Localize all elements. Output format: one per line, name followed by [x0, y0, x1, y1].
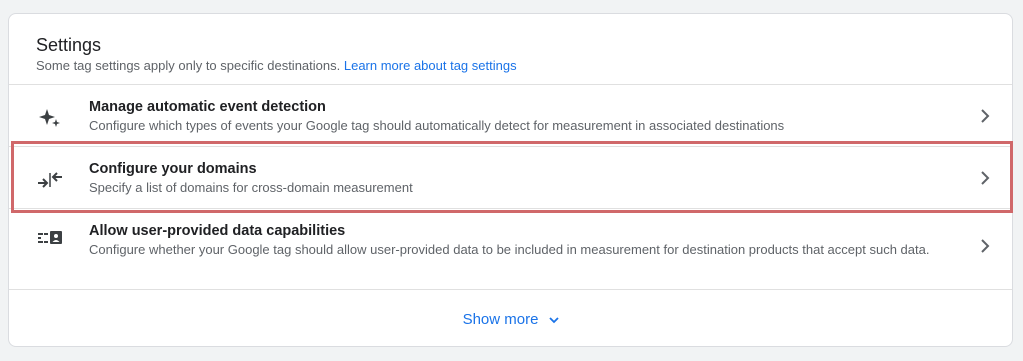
subtitle-text: Some tag settings apply only to specific… — [36, 58, 341, 73]
row-text: Allow user-provided data capabilities Co… — [89, 221, 934, 259]
chevron-right-icon[interactable] — [976, 169, 994, 187]
settings-card: Settings Some tag settings apply only to… — [8, 13, 1013, 347]
learn-more-link[interactable]: Learn more about tag settings — [344, 58, 517, 73]
row-title: Allow user-provided data capabilities — [89, 223, 346, 239]
row-title: Manage automatic event detection — [89, 99, 326, 115]
show-more-label: Show more — [462, 310, 539, 328]
user-data-icon — [37, 225, 63, 251]
chevron-right-icon[interactable] — [976, 237, 994, 255]
row-description: Specify a list of domains for cross-doma… — [89, 180, 413, 195]
settings-subtitle: Some tag settings apply only to specific… — [36, 58, 992, 74]
row-title: Configure your domains — [89, 161, 257, 177]
settings-header: Settings Some tag settings apply only to… — [36, 34, 992, 74]
row-description: Configure whether your Google tag should… — [89, 242, 930, 257]
merge-arrows-icon — [37, 167, 63, 193]
row-description: Configure which types of events your Goo… — [89, 118, 785, 133]
row-automatic-event-detection[interactable]: Manage automatic event detection Configu… — [9, 84, 1012, 146]
show-more-button[interactable]: Show more — [463, 311, 561, 328]
show-more-section: Show more — [9, 289, 1012, 346]
chevron-down-icon — [548, 311, 560, 328]
sparkle-icon — [37, 105, 63, 131]
row-user-provided-data[interactable]: Allow user-provided data capabilities Co… — [9, 208, 1012, 289]
row-configure-domains[interactable]: Configure your domains Specify a list of… — [9, 146, 1012, 208]
row-text: Configure your domains Specify a list of… — [89, 159, 934, 197]
settings-title: Settings — [36, 35, 102, 55]
chevron-right-icon[interactable] — [976, 107, 994, 125]
row-text: Manage automatic event detection Configu… — [89, 97, 934, 135]
